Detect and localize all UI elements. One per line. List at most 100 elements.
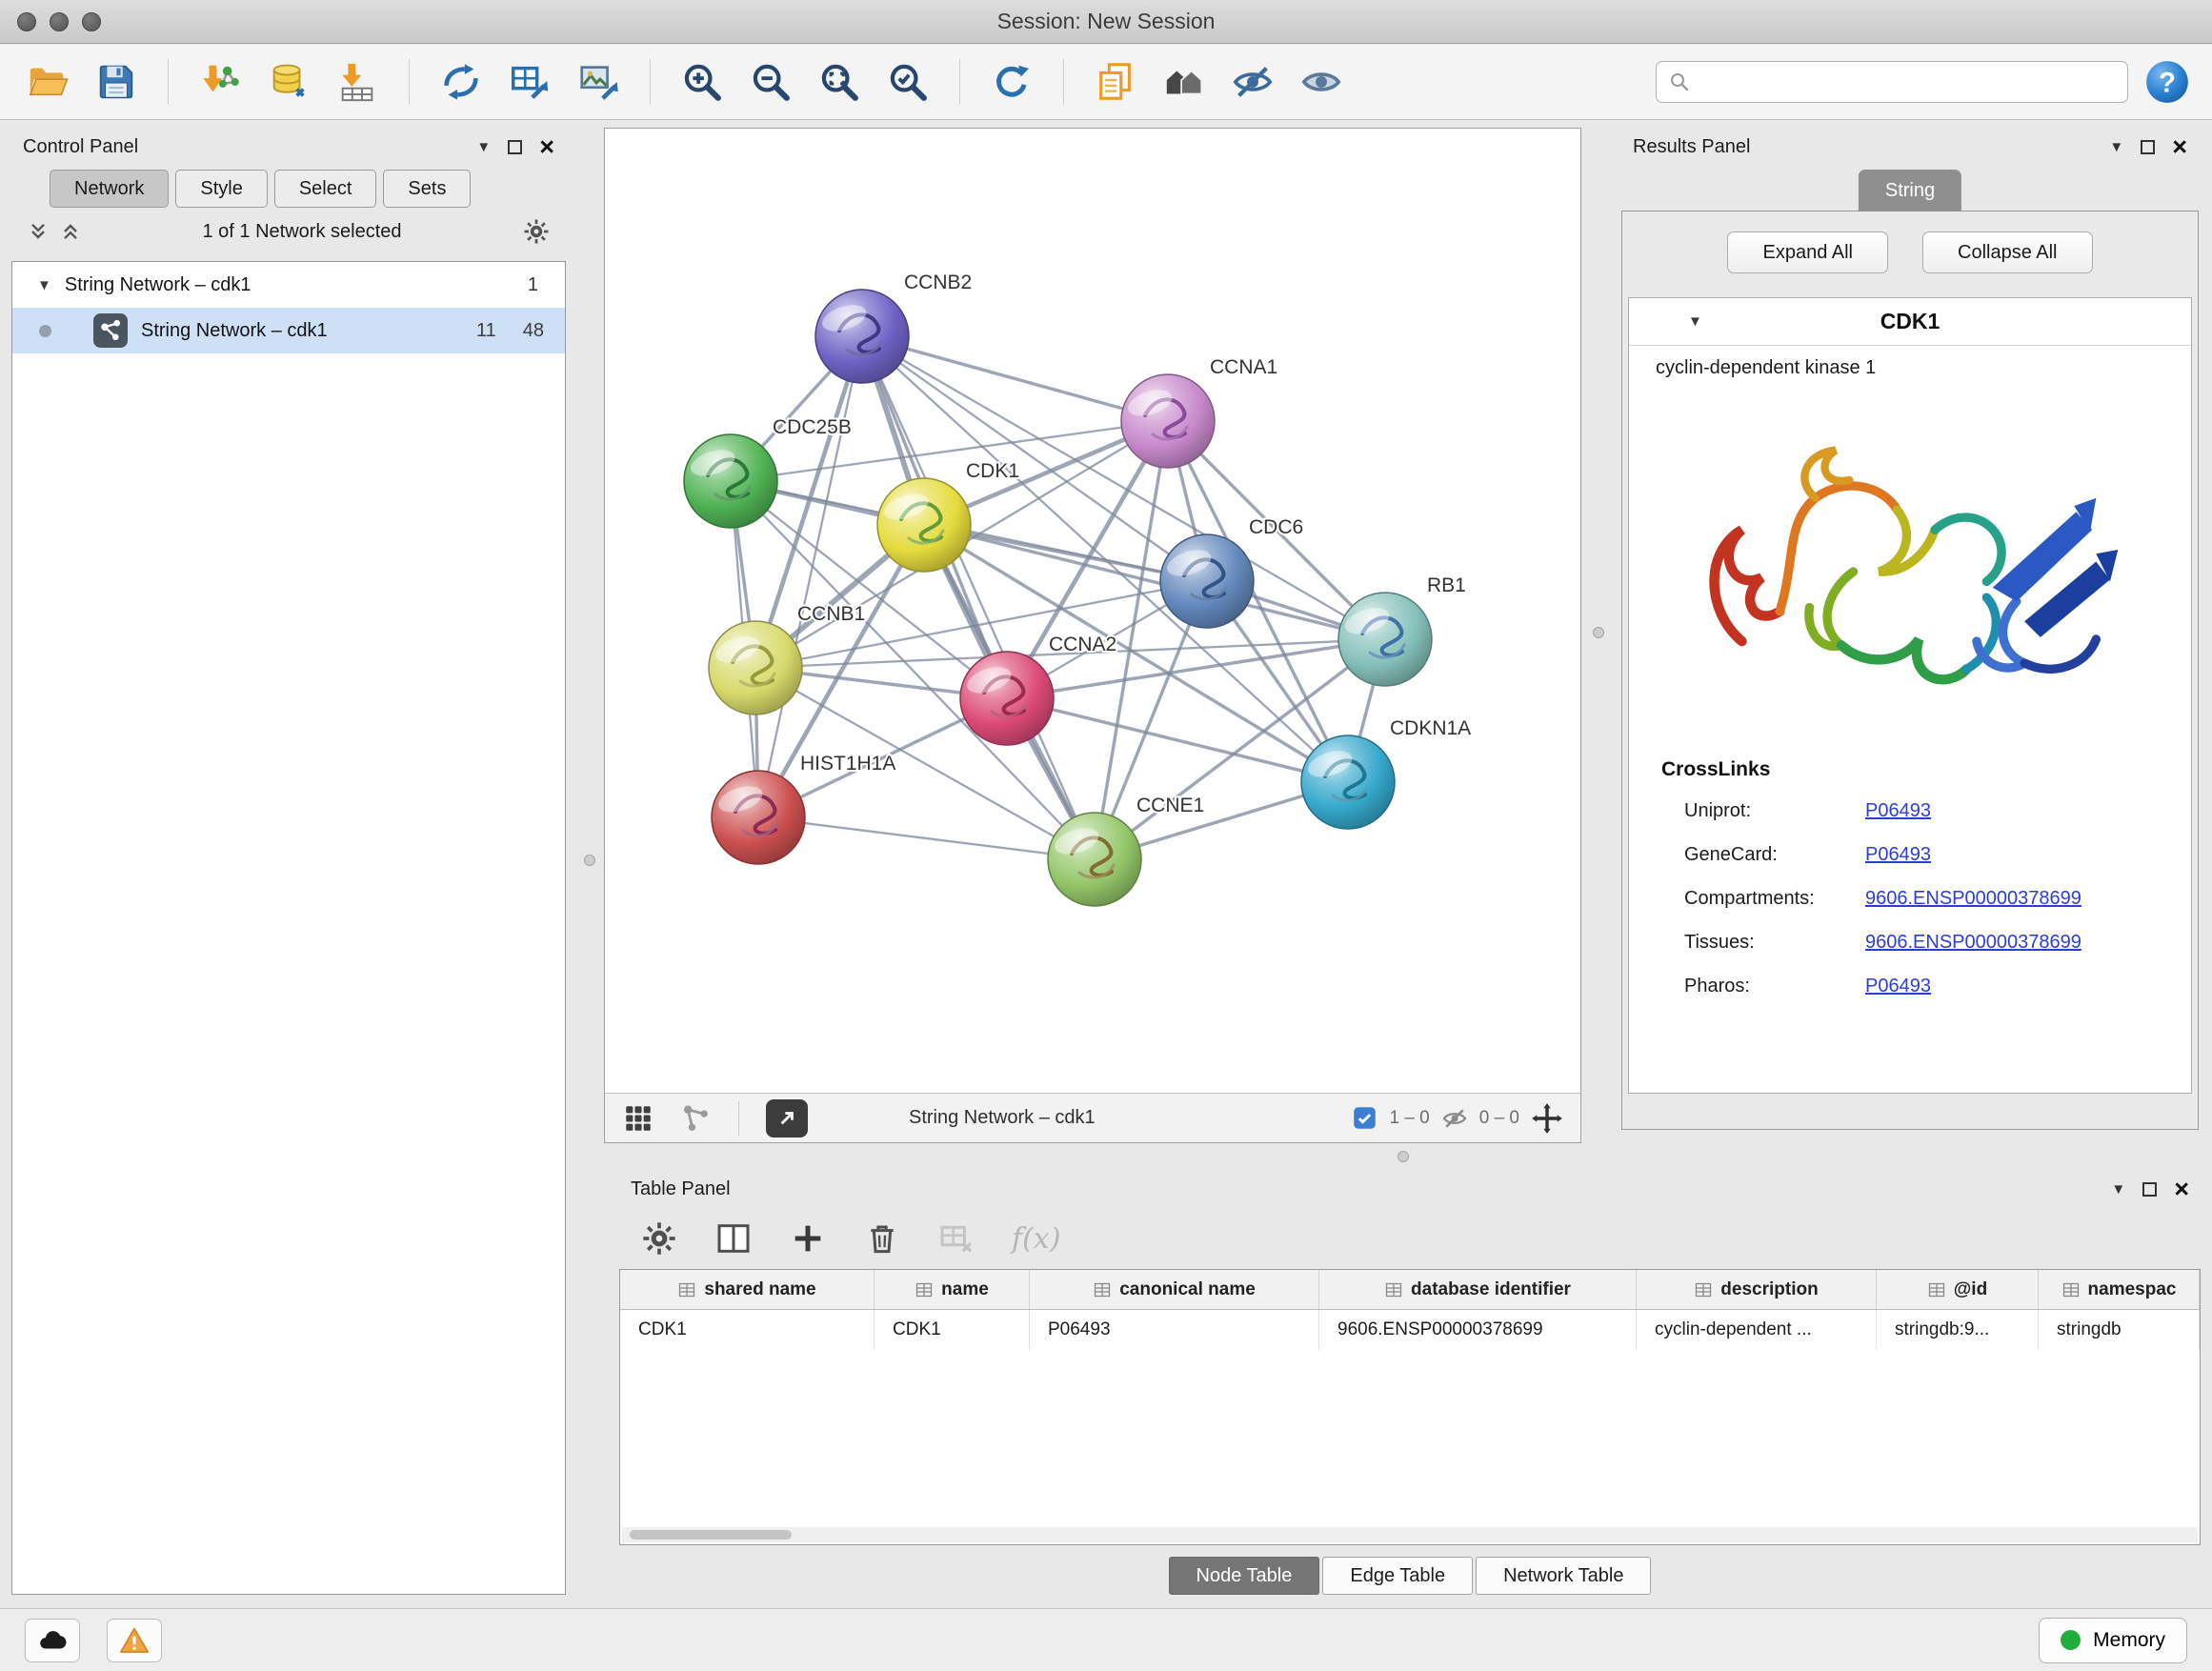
network-edge[interactable]	[862, 336, 1095, 859]
tissues-link[interactable]: 9606.ENSP00000378699	[1865, 932, 2081, 954]
welcome-screen-button[interactable]	[1157, 55, 1211, 109]
delete-column-trash-icon[interactable]	[863, 1219, 901, 1258]
network-node-ccne1[interactable]	[1048, 813, 1141, 906]
network-node-ccna2[interactable]	[960, 652, 1054, 745]
hide-selected-button[interactable]	[1226, 55, 1279, 109]
pharos-link[interactable]: P06493	[1865, 976, 1931, 997]
cell-description[interactable]: cyclin-dependent ...	[1637, 1310, 1877, 1350]
export-table-button[interactable]	[503, 55, 556, 109]
network-node-ccnb2[interactable]	[815, 290, 909, 383]
tab-network[interactable]: Network	[50, 170, 169, 208]
column-header[interactable]: description	[1637, 1270, 1877, 1309]
genecard-link[interactable]: P06493	[1865, 844, 1931, 866]
gene-section-header[interactable]: ▼ CDK1	[1629, 298, 2191, 346]
tab-string[interactable]: String	[1859, 170, 1961, 211]
open-in-browser-button[interactable]	[766, 1099, 808, 1137]
network-row-selected[interactable]: String Network – cdk1 11 48	[12, 308, 565, 353]
network-node-hist1h1a[interactable]	[712, 771, 805, 864]
network-edge[interactable]	[758, 336, 862, 817]
warnings-button[interactable]	[107, 1619, 162, 1662]
panel-menu-icon[interactable]: ▼	[2109, 139, 2123, 155]
network-node-cdk1[interactable]	[877, 478, 971, 572]
panel-menu-icon[interactable]: ▼	[476, 139, 491, 155]
network-options-gear-icon[interactable]	[522, 217, 551, 246]
function-builder-button[interactable]: f(x)	[1012, 1222, 1060, 1256]
share-network-icon[interactable]	[679, 1102, 712, 1135]
help-button[interactable]: ?	[2143, 58, 2191, 106]
network-node-ccna1[interactable]	[1121, 374, 1215, 468]
clear-table-icon[interactable]	[937, 1219, 975, 1258]
import-network-from-file-button[interactable]	[193, 55, 247, 109]
zoom-out-button[interactable]	[744, 55, 797, 109]
table-options-gear-icon[interactable]	[640, 1219, 678, 1258]
close-window-button[interactable]	[17, 12, 36, 31]
export-image-button[interactable]	[572, 55, 625, 109]
tab-select[interactable]: Select	[274, 170, 377, 208]
tab-style[interactable]: Style	[175, 170, 267, 208]
minimize-window-button[interactable]	[50, 12, 69, 31]
splitter-handle[interactable]	[584, 855, 595, 866]
expand-all-button[interactable]: Expand All	[1727, 232, 1888, 273]
selected-checkbox-icon[interactable]	[1352, 1105, 1377, 1131]
cell-shared-name[interactable]: CDK1	[620, 1310, 875, 1350]
panel-float-icon[interactable]	[508, 140, 522, 154]
panel-close-icon[interactable]: ×	[2172, 134, 2187, 160]
show-all-button[interactable]	[1295, 55, 1348, 109]
network-collection-row[interactable]: ▼ String Network – cdk1 1	[12, 262, 565, 308]
memory-button[interactable]: Memory	[2039, 1618, 2187, 1663]
collapse-all-button[interactable]: Collapse All	[1922, 232, 2093, 273]
cell-name[interactable]: CDK1	[875, 1310, 1030, 1350]
network-node-cdc6[interactable]	[1160, 534, 1254, 628]
column-header[interactable]: namespac	[2039, 1270, 2200, 1309]
tree-expand-icon[interactable]: ▼	[37, 277, 51, 293]
refresh-button[interactable]	[985, 55, 1038, 109]
tab-node-table[interactable]: Node Table	[1169, 1557, 1320, 1595]
column-header[interactable]: shared name	[620, 1270, 875, 1309]
expand-all-icon[interactable]	[59, 220, 82, 243]
zoom-selected-button[interactable]	[881, 55, 935, 109]
cell-database-identifier[interactable]: 9606.ENSP00000378699	[1319, 1310, 1637, 1350]
table-row[interactable]: CDK1 CDK1 P06493 9606.ENSP00000378699 cy…	[620, 1310, 2200, 1350]
splitter-handle[interactable]	[1593, 627, 1604, 638]
search-input[interactable]	[1699, 71, 2116, 93]
panel-menu-icon[interactable]: ▼	[2111, 1181, 2125, 1198]
cell-id[interactable]: stringdb:9...	[1877, 1310, 2039, 1350]
network-canvas[interactable]: CCNB2CCNA1CDC25BCDK1CDC6RB1CCNB1CCNA2CDK…	[605, 129, 1580, 1093]
collapse-all-icon[interactable]	[27, 220, 50, 243]
import-network-from-database-button[interactable]	[262, 55, 315, 109]
table-horizontal-scrollbar[interactable]	[622, 1527, 2198, 1542]
import-table-from-file-button[interactable]	[331, 55, 384, 109]
network-node-rb1[interactable]	[1338, 593, 1432, 686]
column-header[interactable]: canonical name	[1030, 1270, 1319, 1309]
panel-close-icon[interactable]: ×	[539, 134, 554, 160]
panel-float-icon[interactable]	[2141, 140, 2155, 154]
zoom-window-button[interactable]	[82, 12, 101, 31]
gene-collapse-icon[interactable]: ▼	[1688, 313, 1702, 330]
cloud-services-button[interactable]	[25, 1619, 80, 1662]
save-session-button[interactable]	[90, 55, 143, 109]
zoom-fit-button[interactable]	[813, 55, 866, 109]
cell-canonical-name[interactable]: P06493	[1030, 1310, 1319, 1350]
network-edge[interactable]	[758, 817, 1095, 859]
uniprot-link[interactable]: P06493	[1865, 800, 1931, 822]
grid-view-icon[interactable]	[622, 1102, 654, 1135]
tab-network-table[interactable]: Network Table	[1476, 1557, 1651, 1595]
compartments-link[interactable]: 9606.ENSP00000378699	[1865, 888, 2081, 910]
network-node-ccnb1[interactable]	[709, 621, 802, 715]
cell-namespace[interactable]: stringdb	[2039, 1310, 2200, 1350]
clone-network-button[interactable]	[434, 55, 488, 109]
network-node-cdc25b[interactable]	[684, 434, 777, 528]
panel-close-icon[interactable]: ×	[2174, 1177, 2189, 1202]
tab-sets[interactable]: Sets	[383, 170, 471, 208]
splitter-handle[interactable]	[1398, 1151, 1409, 1162]
tab-edge-table[interactable]: Edge Table	[1322, 1557, 1473, 1595]
open-session-button[interactable]	[21, 55, 74, 109]
add-column-icon[interactable]	[789, 1219, 827, 1258]
column-header[interactable]: @id	[1877, 1270, 2039, 1309]
hidden-eye-slash-icon[interactable]	[1441, 1105, 1468, 1132]
zoom-in-button[interactable]	[675, 55, 729, 109]
move-crosshair-icon[interactable]	[1531, 1102, 1563, 1135]
column-header[interactable]: database identifier	[1319, 1270, 1637, 1309]
copy-button[interactable]	[1089, 55, 1142, 109]
show-columns-icon[interactable]	[714, 1219, 753, 1258]
